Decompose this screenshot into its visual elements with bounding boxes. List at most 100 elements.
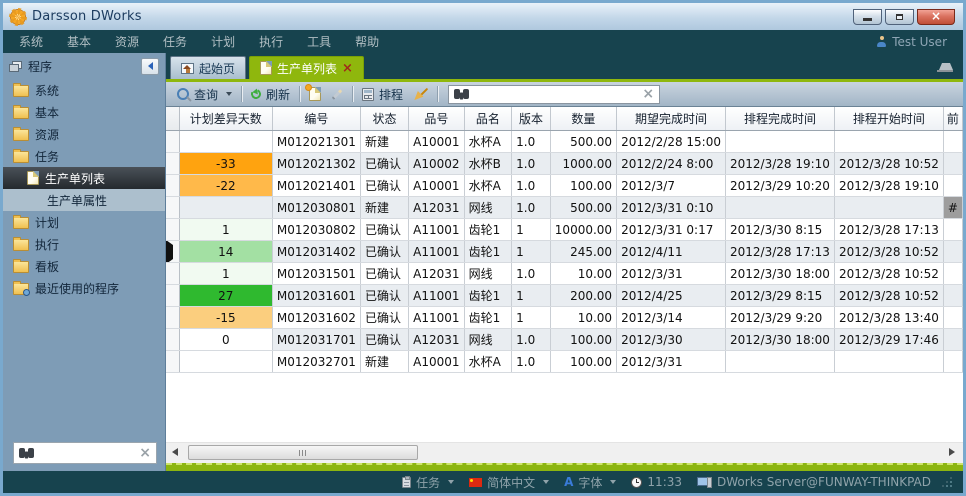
row-selector-cell[interactable] [166,131,179,153]
grid-cell[interactable]: 500.00 [550,131,616,153]
grid-cell[interactable] [726,351,835,373]
grid-cell[interactable]: 2012/3/28 10:52 [834,285,943,307]
grid-cell-diff[interactable]: 27 [179,285,272,307]
grid-cell[interactable]: 新建 [360,351,408,373]
grid-cell[interactable]: 2012/4/25 [617,285,726,307]
grid-cell[interactable]: 2012/3/31 [617,351,726,373]
menu-item-8[interactable]: 帮助 [355,33,379,50]
scrollbar-thumb[interactable] [188,445,418,460]
grid-cell[interactable]: 2012/3/29 8:15 [726,285,835,307]
resize-grip-icon[interactable] [941,476,953,488]
sidebar-item-基本[interactable]: 基本 [3,101,165,123]
grid-cell[interactable]: 齿轮1 [464,219,512,241]
grid-cell-diff[interactable]: -22 [179,175,272,197]
grid-cell[interactable]: 1.0 [512,153,551,175]
grid-cell[interactable]: 水杯B [464,153,512,175]
grid-cell[interactable] [943,175,962,197]
grid-cell[interactable]: 2012/3/30 [617,329,726,351]
sidebar-search-input[interactable] [39,445,134,461]
grid-cell[interactable] [943,329,962,351]
edit-button[interactable] [326,91,348,98]
grid-cell-diff[interactable]: 1 [179,219,272,241]
menu-item-3[interactable]: 资源 [115,33,139,50]
grid-header-排程开始时间[interactable]: 排程开始时间 [834,107,943,131]
grid-cell[interactable]: 2012/3/30 8:15 [726,219,835,241]
grid-cell-diff[interactable]: 14 [179,241,272,263]
grid-header-品名[interactable]: 品名 [464,107,512,131]
grid-cell[interactable] [726,197,835,219]
sidebar-item-生产单列表[interactable]: 生产单列表 [3,167,165,189]
scroll-right-icon[interactable] [949,448,955,456]
grid-cell[interactable]: 100.00 [550,329,616,351]
grid-cell[interactable] [943,263,962,285]
toolbar-search-input[interactable] [474,86,637,102]
grid-cell[interactable]: M012021301 [272,131,360,153]
grid-cell[interactable]: 网线 [464,197,512,219]
grid-cell[interactable]: 10.00 [550,263,616,285]
menu-item-1[interactable]: 系统 [19,33,43,50]
grid-header-前[interactable]: 前 [943,107,962,131]
grid-cell[interactable]: 100.00 [550,351,616,373]
grid-cell[interactable]: 已确认 [360,329,408,351]
menu-item-2[interactable]: 基本 [67,33,91,50]
grid-cell[interactable]: 2012/2/28 15:00 [617,131,726,153]
grid-cell[interactable]: M012031602 [272,307,360,329]
row-selector-cell[interactable] [166,307,179,329]
grid-cell[interactable]: A10001 [409,175,464,197]
grid-cell[interactable]: 1.0 [512,197,551,219]
grid-cell[interactable] [943,153,962,175]
grid-cell[interactable]: 1000.00 [550,153,616,175]
grid-cell[interactable]: A11001 [409,241,464,263]
grid-cell[interactable]: 2012/4/11 [617,241,726,263]
grid-cell[interactable]: 10000.00 [550,219,616,241]
grid-cell[interactable]: 2012/3/28 19:10 [834,175,943,197]
grid-cell[interactable]: 1 [512,241,551,263]
menu-item-7[interactable]: 工具 [307,33,331,50]
grid-cell[interactable]: A10001 [409,351,464,373]
grid-cell[interactable]: 水杯A [464,175,512,197]
grid-cell[interactable]: 1 [512,219,551,241]
sidebar-item-系统[interactable]: 系统 [3,79,165,101]
grid-cell[interactable]: 2012/3/29 9:20 [726,307,835,329]
sidebar-item-看板[interactable]: 看板 [3,255,165,277]
grid-cell[interactable]: 已确认 [360,175,408,197]
row-selector-cell[interactable] [166,197,179,219]
grid-cell[interactable]: 10.00 [550,307,616,329]
grid-cell[interactable]: A12031 [409,197,464,219]
grid-cell[interactable]: 水杯A [464,351,512,373]
grid-cell[interactable]: 2012/3/29 10:20 [726,175,835,197]
grid-cell[interactable] [943,351,962,373]
new-button[interactable] [304,85,326,103]
toolbar-search-clear-icon[interactable] [642,87,654,101]
grid-cell[interactable]: 2012/3/31 0:17 [617,219,726,241]
grid-cell[interactable]: 2012/3/30 18:00 [726,329,835,351]
grid-cell[interactable]: 2012/3/28 17:13 [834,219,943,241]
grid-header-编号[interactable]: 编号 [272,107,360,131]
grid-cell-diff[interactable] [179,351,272,373]
grid-cell[interactable]: A12031 [409,263,464,285]
grid-cell[interactable]: 1.0 [512,131,551,153]
row-selector-cell[interactable] [166,263,179,285]
grid-cell[interactable]: M012031601 [272,285,360,307]
sidebar-item-计划[interactable]: 计划 [3,211,165,233]
grid-cell[interactable]: 水杯A [464,131,512,153]
grid-cell-diff[interactable] [179,197,272,219]
sidebar-item-最近使用的程序[interactable]: 最近使用的程序 [3,277,165,299]
grid-header-数量[interactable]: 数量 [550,107,616,131]
grid-cell[interactable]: M012031402 [272,241,360,263]
tab-close-icon[interactable] [342,61,353,75]
tab-生产单列表[interactable]: 生产单列表 [249,56,364,79]
grid-cell-diff[interactable]: 0 [179,329,272,351]
grid-cell[interactable]: 2012/3/28 10:52 [834,241,943,263]
grid-cell-diff[interactable] [179,131,272,153]
refresh-button[interactable]: 刷新 [246,84,295,105]
grid-cell[interactable]: 1.0 [512,351,551,373]
grid-cell[interactable]: A11001 [409,285,464,307]
sidebar-search-clear-icon[interactable] [139,446,151,460]
grid-cell[interactable]: 2012/3/28 19:10 [726,153,835,175]
grid-cell[interactable]: 245.00 [550,241,616,263]
grid-cell[interactable] [943,241,962,263]
minimize-button[interactable] [853,9,882,25]
grid-cell[interactable]: 已确认 [360,285,408,307]
grid-cell[interactable]: 100.00 [550,175,616,197]
